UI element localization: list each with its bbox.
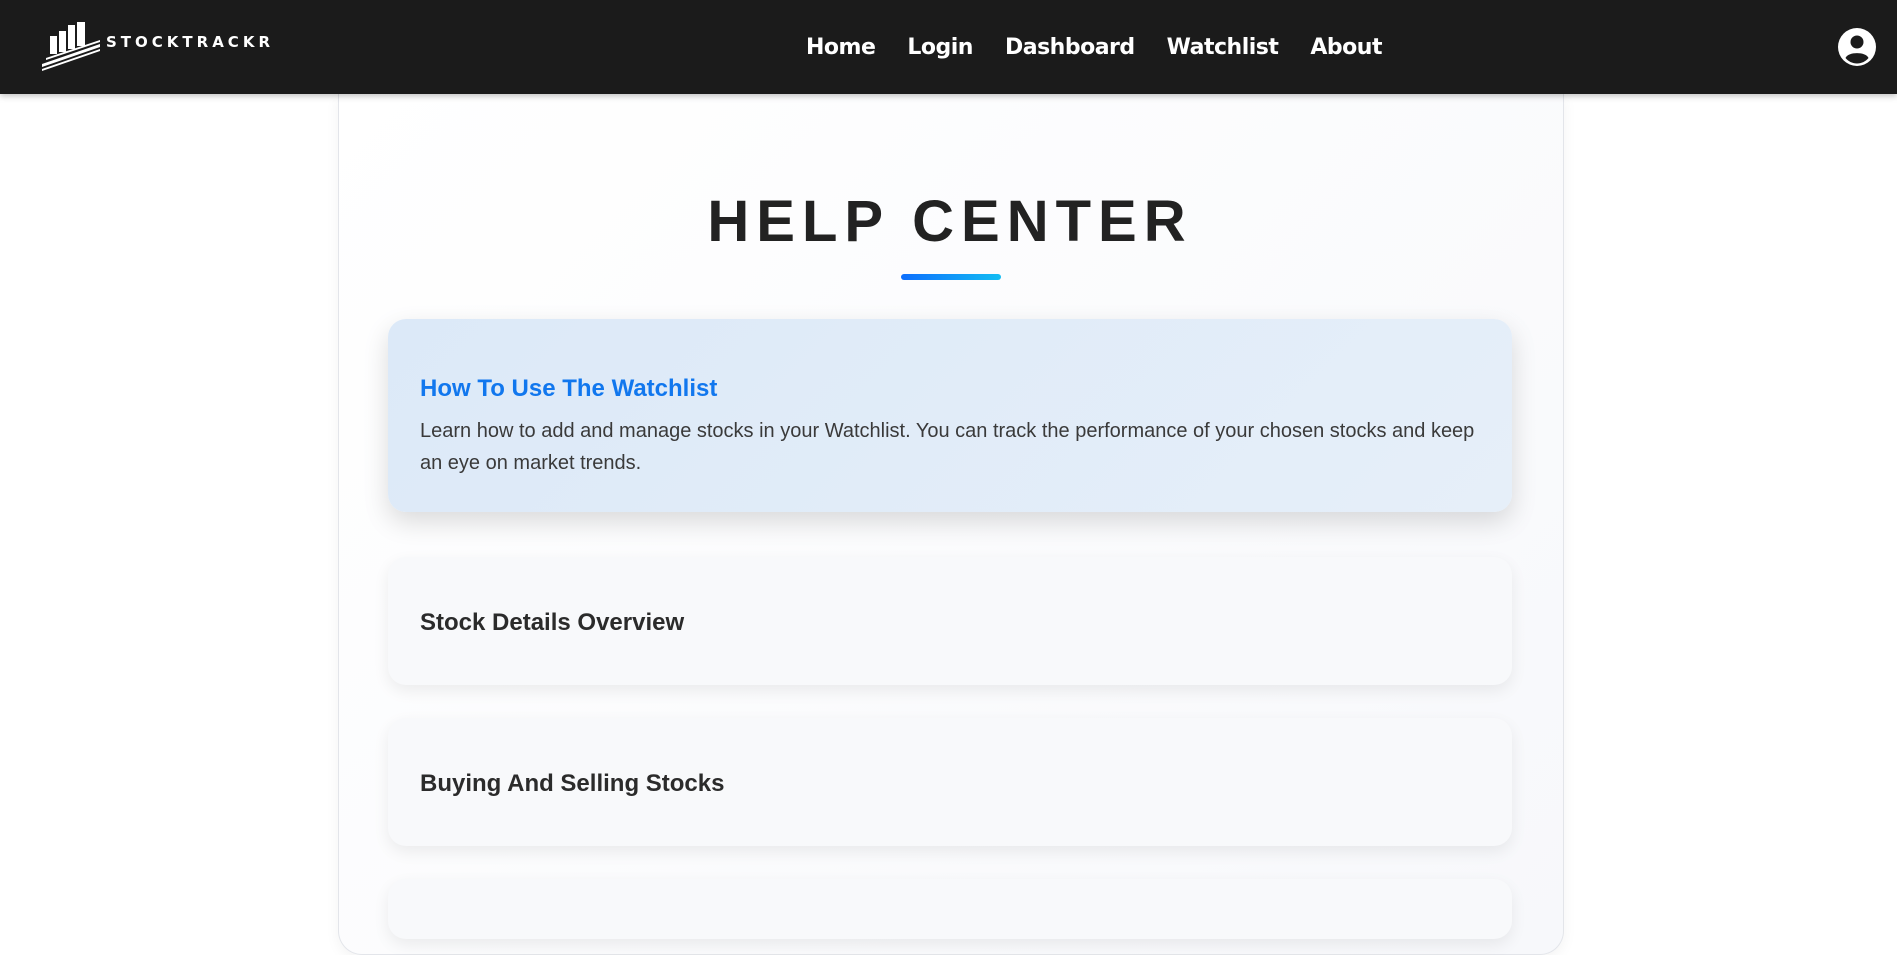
help-topic-title: Stock Details Overview (420, 609, 685, 636)
nav-about[interactable]: About (1310, 30, 1382, 66)
logo-bars-icon (42, 22, 100, 71)
user-circle-icon (1838, 28, 1876, 66)
user-avatar-button[interactable] (1837, 27, 1877, 67)
help-topic-buying-selling[interactable]: Buying And Selling Stocks (388, 718, 1512, 846)
nav-dashboard[interactable]: Dashboard (1005, 30, 1135, 66)
page-title: HELP CENTER (707, 189, 1193, 254)
nav-login[interactable]: Login (907, 30, 973, 66)
title-underline-divider (901, 274, 1001, 280)
nav-home[interactable]: Home (806, 30, 876, 66)
help-topic-description: Learn how to add and manage stocks in yo… (420, 420, 1475, 474)
nav-watchlist[interactable]: Watchlist (1167, 30, 1279, 66)
help-topic-watchlist[interactable]: How To Use The Watchlist Learn how to ad… (388, 319, 1512, 512)
help-topic-next[interactable] (388, 879, 1512, 939)
brand-name: STOCKTRACKR (106, 33, 274, 51)
help-topic-title: How To Use The Watchlist (420, 375, 718, 402)
top-navbar: STOCKTRACKR Home Login Dashboard Watchli… (0, 0, 1897, 94)
help-topic-stock-details[interactable]: Stock Details Overview (388, 557, 1512, 685)
brand-logo[interactable]: STOCKTRACKR (40, 20, 274, 72)
help-topic-title: Buying And Selling Stocks (420, 770, 725, 797)
main-nav: Home Login Dashboard Watchlist About (806, 30, 1414, 66)
